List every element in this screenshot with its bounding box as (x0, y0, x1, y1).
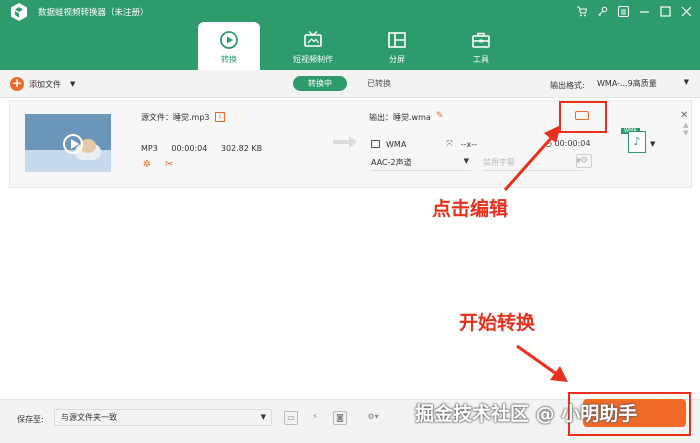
annotation-arrow-down (516, 344, 559, 377)
clock-icon: ◷ (545, 139, 555, 148)
chevron-down-icon: ▼ (463, 157, 469, 165)
tv-icon (304, 30, 322, 47)
settings-gear-icon[interactable]: ⚙▾ (361, 411, 385, 425)
annotation-arrowhead-down (550, 366, 568, 382)
edit-icon[interactable] (575, 111, 589, 120)
app-header: 数据蛙视频转换器（未注册） 转换 短视频制作 分屏 工具 (0, 0, 700, 70)
toolbar: + 添加文件 ▼ 转换中 已转换 输出格式: WMA-...9高质量 ▼ (0, 70, 700, 98)
tab-convert[interactable]: 转换 (198, 22, 260, 70)
annotation-click-edit: 点击编辑 (432, 198, 509, 220)
tab-split-screen[interactable]: 分屏 (366, 22, 428, 70)
close-icon[interactable] (680, 5, 692, 17)
convert-icon (220, 31, 238, 49)
chevron-down-icon: ▼ (260, 413, 266, 421)
folder-icon[interactable]: ▭ (284, 411, 298, 425)
source-file-name: 源文件：睡觉.mp3 (141, 113, 210, 122)
file-list-item: 源文件：睡觉.mp3 i MP3 00:00:04 302.82 KB ✲ ✂ … (9, 100, 692, 188)
output-format-value: WMA-...9高质量 (597, 79, 657, 88)
annotation-start-convert: 开始转换 (459, 312, 536, 334)
output-resolution: --x-- (460, 139, 477, 149)
gpu-icon[interactable]: ◙ (333, 411, 347, 425)
film-icon (371, 140, 380, 148)
video-thumbnail[interactable] (25, 114, 111, 172)
subtitle-value: 禁用字幕 (483, 158, 515, 167)
source-format: MP3 (141, 144, 158, 153)
menu-icon[interactable] (617, 5, 629, 17)
app-logo-icon (11, 3, 27, 21)
toolbox-icon (472, 32, 490, 48)
play-icon[interactable] (63, 134, 83, 154)
output-duration-wrap: ◷ 00:00:04 (545, 139, 590, 148)
output-info: WMA ⤧ --x-- (371, 139, 477, 149)
output-format-select[interactable]: WMA-...9高质量 ▼ (597, 78, 689, 92)
chevron-down-icon[interactable]: ▼ (70, 80, 75, 88)
arrow-right-icon (333, 136, 357, 148)
window-controls (575, 5, 692, 17)
tab-tools[interactable]: 工具 (450, 22, 512, 70)
output-duration: 00:00:04 (554, 139, 591, 148)
chevron-down-icon[interactable]: ▼ (650, 140, 655, 148)
plus-icon: + (10, 76, 24, 91)
add-file-button[interactable]: + 添加文件 ▼ (10, 77, 75, 91)
key-icon[interactable] (596, 5, 608, 17)
resize-icon: ⤧ (446, 139, 453, 148)
main-tabs: 转换 短视频制作 分屏 工具 (198, 22, 534, 70)
audio-track-select[interactable]: AAC-2声道 ▼ (371, 157, 471, 171)
hardware-accel-icon[interactable]: ⚡ (308, 411, 322, 425)
enhance-icon[interactable]: ✲ (141, 159, 153, 171)
output-file-name: 输出：睡觉.wma (369, 113, 431, 122)
cut-icon[interactable]: ✂ (163, 159, 175, 171)
source-size: 302.82 KB (220, 144, 263, 153)
output-format: WMA (386, 139, 407, 149)
save-to-label: 保存至: (17, 415, 44, 424)
cart-icon[interactable] (575, 5, 587, 17)
tab-converted[interactable]: 已转换 (367, 78, 391, 89)
split-screen-icon (388, 32, 406, 48)
audio-file-icon[interactable]: ♪ (628, 131, 646, 153)
save-path-select[interactable]: 与源文件夹一致 ▼ (54, 409, 272, 426)
watermark: 掘金技术社区 @ 小明助手 (415, 403, 638, 425)
source-meta: MP3 00:00:04 302.82 KB (141, 144, 273, 153)
reorder-icon[interactable]: ▲ ▼ (683, 121, 688, 137)
status-switch: 转换中 已转换 (293, 76, 391, 91)
audio-track-value: AAC-2声道 (371, 158, 412, 167)
close-icon[interactable]: ✕ (680, 110, 688, 121)
minimize-icon[interactable] (638, 5, 650, 17)
app-title: 数据蛙视频转换器（未注册） (38, 8, 149, 18)
settings-gear-icon[interactable]: ⚙ (576, 154, 592, 168)
tab-label: 工具 (473, 55, 489, 64)
tab-label: 转换 (221, 55, 237, 64)
save-path-value: 与源文件夹一致 (61, 413, 117, 422)
output-format-label: 输出格式: (550, 81, 585, 90)
tab-label: 分屏 (389, 55, 405, 64)
chevron-down-icon: ▼ (683, 78, 689, 86)
rename-pen-icon[interactable]: ✎ (436, 111, 444, 121)
tab-label: 短视频制作 (293, 55, 333, 64)
tab-short-video[interactable]: 短视频制作 (282, 22, 344, 70)
tab-converting[interactable]: 转换中 (293, 76, 347, 91)
source-duration: 00:00:04 (171, 144, 208, 153)
info-icon[interactable]: i (215, 112, 225, 122)
add-file-label: 添加文件 (29, 79, 61, 89)
maximize-icon[interactable] (659, 5, 671, 17)
subtitle-select[interactable]: 禁用字幕 ▼ (483, 157, 583, 171)
